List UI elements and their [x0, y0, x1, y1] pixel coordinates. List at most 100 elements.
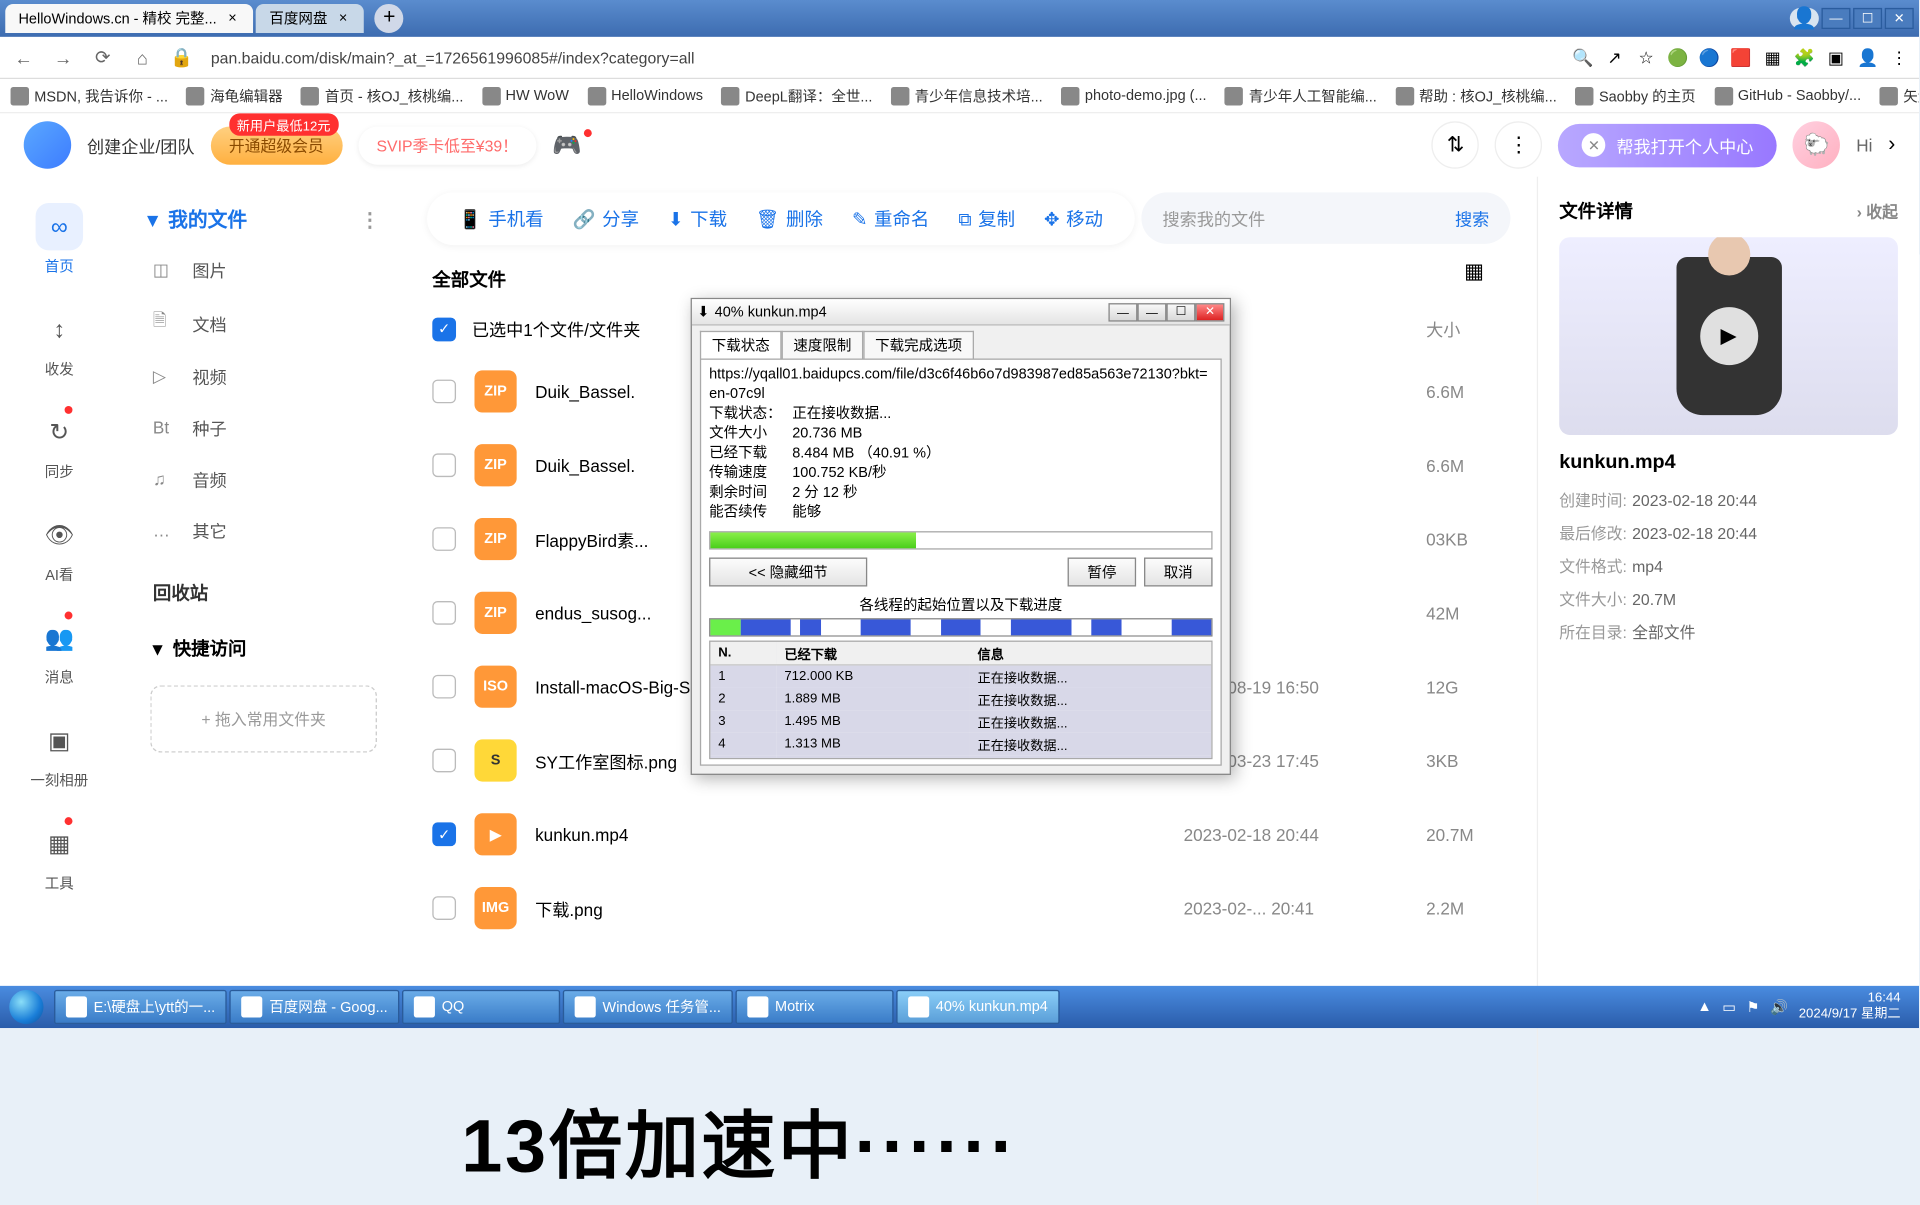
category-item[interactable]: ◫图片 [132, 244, 396, 295]
tab-oncomplete[interactable]: 下载完成选项 [863, 331, 974, 359]
tray-icon[interactable]: ▭ [1722, 998, 1736, 1015]
thread-row[interactable]: 51.129 MB正在接收数据... [710, 755, 1211, 759]
share-icon[interactable]: ↗ [1603, 47, 1627, 68]
assistant-avatar[interactable]: 🐑 [1793, 121, 1840, 168]
maximize-button[interactable]: ☐ [1853, 8, 1882, 29]
dropzone[interactable]: + 拖入常用文件夹 [150, 685, 377, 752]
new-tab-button[interactable]: + [375, 4, 404, 33]
video-preview[interactable]: ▶ [1559, 237, 1898, 435]
user-icon[interactable]: 👤 [1790, 8, 1819, 29]
category-item[interactable]: 🗎文档 [132, 295, 396, 350]
chevron-right-icon[interactable]: › [1888, 133, 1895, 157]
grid-view-icon[interactable]: ▦ [1464, 258, 1484, 284]
thread-row[interactable]: 41.313 MB正在接收数据... [710, 733, 1211, 755]
browser-tab[interactable]: 百度网盘× [256, 4, 364, 33]
minimize-button[interactable]: — [1821, 8, 1850, 29]
bookmark[interactable]: HelloWindows [587, 86, 703, 104]
start-button[interactable] [0, 986, 53, 1028]
close-icon[interactable]: × [335, 11, 351, 27]
more-button[interactable]: ⋮ [1495, 121, 1542, 168]
file-row[interactable]: ✓▶kunkun.mp42023-02-18 20:4420.7M [427, 797, 1537, 871]
minimize-button[interactable]: — [1108, 302, 1137, 320]
tab-speed[interactable]: 速度限制 [782, 331, 864, 359]
checkbox[interactable]: ✓ [432, 822, 456, 846]
recycle-bin[interactable]: 回收站 [132, 564, 396, 622]
iconbar-item[interactable]: ▦工具 [36, 820, 83, 894]
collapse-button[interactable]: › 收起 [1857, 200, 1898, 222]
hide-details-button[interactable]: << 隐藏细节 [709, 558, 867, 587]
play-icon[interactable]: ▶ [1700, 307, 1758, 365]
taskbar-task[interactable]: Motrix [735, 990, 893, 1024]
thread-row[interactable]: 21.889 MB正在接收数据... [710, 688, 1211, 710]
bookmark[interactable]: GitHub - Saobby/... [1714, 86, 1861, 104]
ext-icon[interactable]: 🟥 [1729, 47, 1753, 68]
category-item[interactable]: Bt种子 [132, 402, 396, 453]
taskbar-task[interactable]: Windows 任务管... [563, 990, 733, 1024]
sidepanel-icon[interactable]: ▣ [1824, 47, 1848, 68]
game-icon[interactable]: 🎮 [552, 131, 589, 159]
more-icon[interactable]: ⋮ [360, 208, 380, 232]
checkbox[interactable] [432, 527, 456, 551]
delete-button[interactable]: 🗑删除 [756, 206, 823, 232]
checkbox[interactable] [432, 601, 456, 625]
close-icon[interactable]: × [225, 11, 241, 27]
thread-table[interactable]: N. 已经下载 信息 1712.000 KB正在接收数据...21.889 MB… [709, 641, 1212, 760]
pause-button[interactable]: 暂停 [1068, 558, 1137, 587]
checkbox[interactable] [432, 749, 456, 773]
checkbox[interactable] [432, 380, 456, 404]
checkbox-checked[interactable]: ✓ [432, 317, 456, 341]
volume-icon[interactable]: 🔊 [1770, 998, 1788, 1015]
ext-icon[interactable]: ▦ [1761, 47, 1785, 68]
taskbar-task[interactable]: QQ [402, 990, 560, 1024]
bookmark[interactable]: 首页 - 核OJ_核桃编... [301, 85, 463, 106]
iconbar-item[interactable]: 👥消息 [36, 614, 83, 688]
search-input[interactable]: 搜索我的文件 搜索 [1141, 192, 1510, 243]
bookmark[interactable]: Saobby 的主页 [1575, 85, 1695, 106]
my-files-header[interactable]: ▾ 我的文件 ⋮ [132, 195, 396, 244]
close-icon[interactable]: ✕ [1582, 133, 1606, 157]
bookmark[interactable]: 青少年信息技术培... [891, 85, 1043, 106]
home-button[interactable]: ⌂ [127, 47, 159, 68]
bookmark[interactable]: HW WoW [482, 86, 569, 104]
close-button[interactable]: ✕ [1195, 302, 1224, 320]
view-phone-button[interactable]: 📱手机看 [459, 206, 544, 232]
share-button[interactable]: 🔗分享 [573, 206, 639, 232]
browser-tab[interactable]: HelloWindows.cn - 精校 完整...× [5, 4, 253, 33]
extensions-icon[interactable]: 🧩 [1792, 47, 1816, 68]
bookmark[interactable]: 海龟编辑器 [186, 85, 282, 106]
thread-row[interactable]: 1712.000 KB正在接收数据... [710, 665, 1211, 688]
maximize-button[interactable]: ☐ [1166, 302, 1195, 320]
checkbox[interactable] [432, 896, 456, 920]
close-button[interactable]: ✕ [1885, 8, 1914, 29]
move-button[interactable]: ✥移动 [1044, 206, 1103, 232]
copy-button[interactable]: ⧉复制 [958, 206, 1015, 232]
clock[interactable]: 16:442024/9/17 星期二 [1799, 991, 1909, 1023]
avatar[interactable] [24, 121, 71, 168]
bookmark[interactable]: DeepL翻译：全世... [721, 85, 872, 106]
category-item[interactable]: …其它 [132, 505, 396, 556]
iconbar-item[interactable]: ∞首页 [36, 203, 83, 277]
search-go[interactable]: 搜索 [1455, 206, 1489, 231]
bookmark[interactable]: photo-demo.jpg (... [1061, 86, 1206, 104]
ext-icon[interactable]: 🟢 [1666, 47, 1690, 68]
thread-row[interactable]: 31.495 MB正在接收数据... [710, 710, 1211, 732]
iconbar-item[interactable]: ↕收发 [36, 306, 83, 380]
taskbar-task[interactable]: 40% kunkun.mp4 [896, 990, 1059, 1024]
create-team-link[interactable]: 创建企业/团队 [87, 132, 195, 157]
zoom-icon[interactable]: 🔍 [1571, 47, 1595, 68]
iconbar-item[interactable]: ↻同步 [36, 409, 83, 483]
file-row[interactable]: IMG下载.png2023-02-... 20:412.2M [427, 871, 1537, 945]
cancel-button[interactable]: 取消 [1144, 558, 1213, 587]
dialog-titlebar[interactable]: ⬇ 40% kunkun.mp4 —— ☐ ✕ [692, 299, 1230, 325]
svip-button[interactable]: SVIP季卡低至¥39！ [358, 126, 536, 164]
bookmark[interactable]: MSDN, 我告诉你 - ... [11, 85, 168, 106]
checkbox[interactable] [432, 675, 456, 699]
forward-button[interactable]: → [47, 47, 79, 68]
reload-button[interactable]: ⟳ [87, 46, 119, 68]
help-text[interactable]: 帮我打开个人中心 [1616, 132, 1753, 157]
back-button[interactable]: ← [8, 47, 40, 68]
transfer-button[interactable]: ⇅ [1432, 121, 1479, 168]
quick-access-header[interactable]: ▾快捷访问 [132, 622, 396, 675]
ext-icon[interactable]: 🔵 [1698, 47, 1722, 68]
bookmark[interactable]: 青少年人工智能编... [1225, 85, 1377, 106]
